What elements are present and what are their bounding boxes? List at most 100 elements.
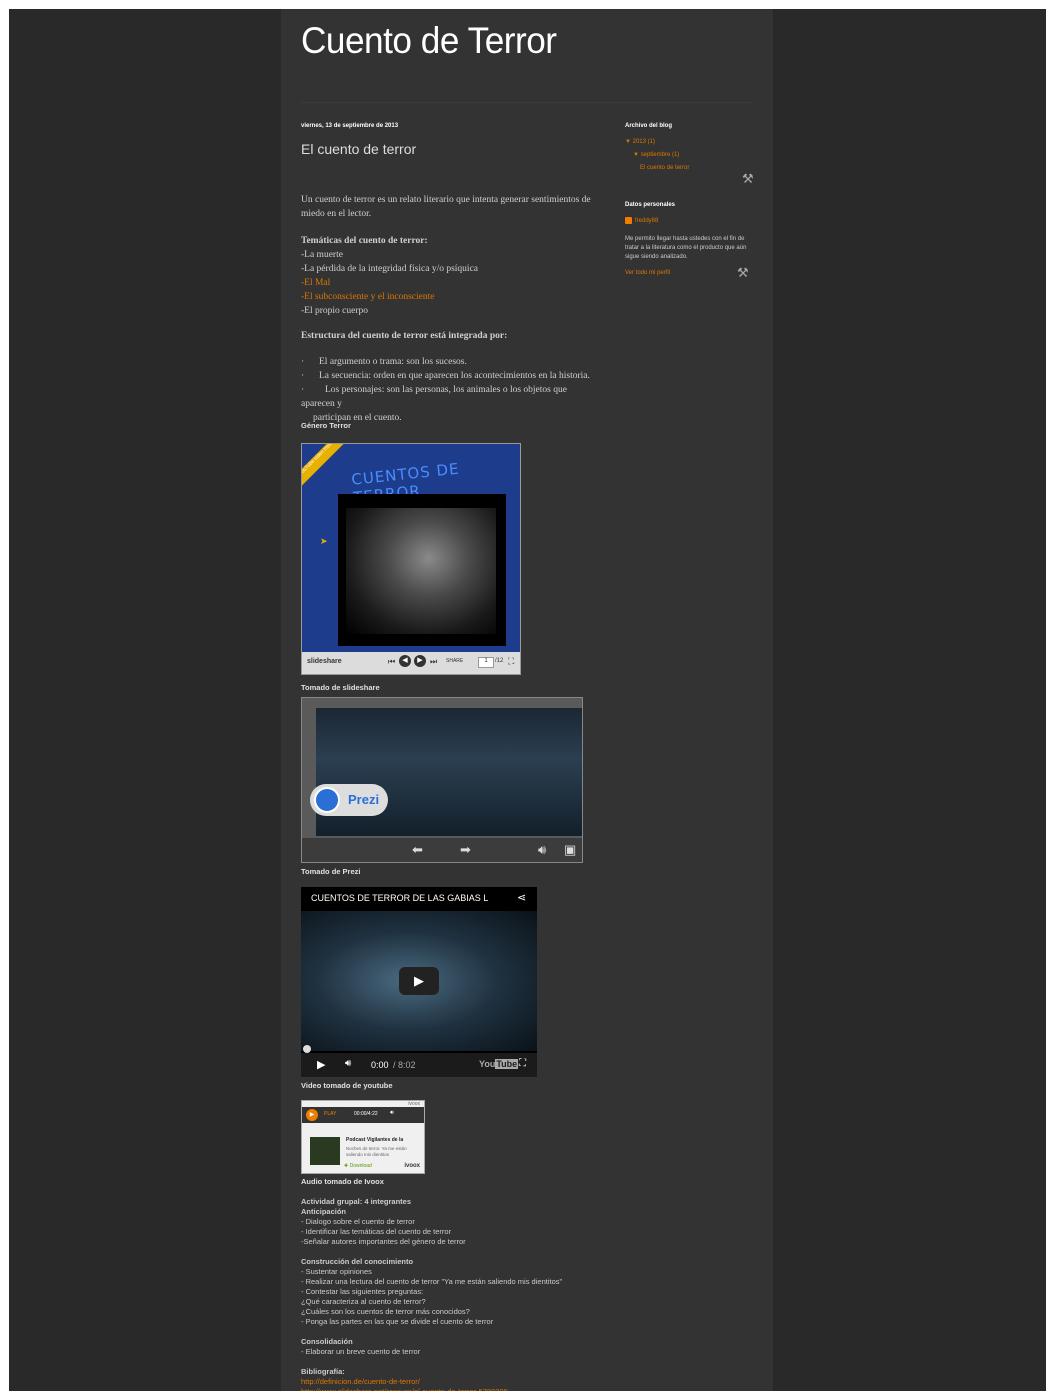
blog-title[interactable]: Cuento de Terror [301, 20, 557, 62]
podcast-title[interactable]: Podcast Vigilantes de la [346, 1137, 403, 1143]
play-icon[interactable]: ▶ [317, 1058, 325, 1071]
estructura-list: · El argumento o trama: son los sucesos. … [301, 355, 601, 425]
slideshare-toolbar: slideshare ⏮ ◀ ▶ ⏭ SHARE 1 /12 ⛶ [302, 652, 520, 674]
list-item: - Realizar una lectura del cuento de ter… [301, 1277, 563, 1286]
prezi-embed[interactable]: Prezi ⬅ ➡ 🔊︎ ▣ [301, 697, 583, 863]
youtube-ribbon: YouTube video inside [302, 444, 348, 489]
face-image [346, 508, 496, 634]
share-icon[interactable]: ⋖ [517, 891, 526, 904]
podcast-thumbnail [310, 1137, 340, 1165]
header-divider [301, 102, 753, 103]
desc-line: saliendo mis dientitos [346, 1152, 390, 1157]
tematica-item: -La muerte [301, 250, 343, 260]
archive-year[interactable]: ▼ 2013 (1) [625, 139, 655, 145]
archive-post-link[interactable]: El cuento de terror [640, 165, 689, 171]
author-bio: Me permito llegar hasta ustedes con el f… [625, 235, 755, 262]
first-slide-icon[interactable]: ⏮ [388, 657, 395, 667]
list-item: - Contestar las siguientes preguntas: [301, 1287, 424, 1296]
volume-icon[interactable]: 🔊︎ [390, 1110, 394, 1117]
edit-wrench-icon[interactable]: ⚒ [742, 171, 754, 187]
list-item: - Elaborar un breve cuento de terror [301, 1347, 421, 1356]
list-item: · El argumento o trama: son los sucesos. [301, 357, 467, 367]
list-item: - Dialogo sobre el cuento de terror [301, 1217, 415, 1226]
audio-time: 00:00/4:22 [354, 1111, 378, 1117]
consolidacion-heading: Consolidación [301, 1337, 353, 1346]
download-link[interactable]: ✚ Download [344, 1163, 372, 1169]
edit-wrench-icon[interactable]: ⚒ [737, 265, 749, 281]
prezi-badge[interactable]: Prezi [310, 784, 388, 816]
page-input[interactable]: 1 [478, 657, 494, 668]
list-item-text: El argumento o trama: son los sucesos. [319, 357, 467, 367]
blogger-icon [625, 217, 632, 224]
post-title[interactable]: El cuento de terror [301, 141, 416, 157]
author-link[interactable]: freddy88 [635, 218, 658, 224]
bio-line: Me permito llegar hasta ustedes con el f… [625, 236, 745, 242]
intro-line: miedo en el lector. [301, 209, 372, 219]
ivoox-logo[interactable]: ivoox [404, 1163, 420, 1169]
fullscreen-icon[interactable]: ⛶ [519, 1058, 526, 1069]
slideshare-embed[interactable]: YouTube video inside CUENTOS DE TERROR ➤… [301, 443, 521, 675]
intro-line: Un cuento de terror es un relato literar… [301, 195, 591, 205]
prezi-logo-icon [314, 787, 340, 813]
tematicas-heading: Temáticas del cuento de terror: [301, 236, 428, 246]
actividad-block: Actividad grupal: 4 integrantes Anticipa… [301, 1197, 601, 1391]
profile-link[interactable]: Ver todo mi perfil [625, 270, 670, 276]
archive-heading: Archivo del blog [625, 123, 673, 129]
last-slide-icon[interactable]: ⏭ [430, 657, 437, 667]
list-item: - Sustentar opiniones [301, 1267, 372, 1276]
youtube-logo[interactable]: YouTube [479, 1059, 519, 1069]
scrubber-handle[interactable] [303, 1045, 311, 1053]
next-slide-icon[interactable]: ▶ [414, 655, 426, 667]
ivoox-caption: Audio tomado de Ivoox [301, 1177, 384, 1186]
play-button[interactable]: ▶ [399, 967, 439, 995]
list-item: - Ponga las partes en las que se divide … [301, 1317, 494, 1326]
play-icon[interactable]: ▶ [306, 1109, 318, 1121]
youtube-caption: Video tomado de youtube [301, 1081, 393, 1090]
play-label[interactable]: PLAY [324, 1111, 336, 1117]
actividad-heading: Actividad grupal: 4 integrantes [301, 1197, 412, 1206]
duration: / 8:02 [393, 1060, 416, 1070]
prev-slide-icon[interactable]: ◀ [399, 655, 411, 667]
cursor-icon: ➤ [320, 536, 328, 546]
current-time: 0:00 [371, 1060, 389, 1070]
list-item-text: Los personajes: son las personas, los an… [301, 385, 567, 409]
list-item: · La secuencia: orden en que aparecen los… [301, 371, 590, 381]
prev-arrow-icon[interactable]: ⬅ [412, 842, 423, 858]
youtube-embed[interactable]: CUENTOS DE TERROR DE LAS GABIAS L ⋖ ▶ ▶ … [301, 887, 537, 1077]
list-item: - Identificar las temáticas del cuento d… [301, 1227, 452, 1236]
bibliografia-link[interactable]: http://definicion.de/cuento-de-terror/ [301, 1377, 601, 1387]
estructura-heading: Estructura del cuento de terror está int… [301, 331, 508, 341]
list-item: ¿Cuáles son los cuentos de terror más co… [301, 1307, 470, 1316]
slide-image [338, 494, 506, 646]
construccion-heading: Construcción del conocimiento [301, 1257, 414, 1266]
podcast-desc: Noches de terror. Ya me están saliendo m… [346, 1146, 407, 1158]
tematicas-block: Temáticas del cuento de terror: -La muer… [301, 234, 601, 318]
fullscreen-icon[interactable]: ⛶ [508, 656, 514, 667]
list-item: -Señalar autores importantes del género … [301, 1237, 466, 1246]
next-arrow-icon[interactable]: ➡ [460, 842, 471, 858]
archive-month[interactable]: ▼ septiembre (1) [633, 152, 679, 158]
ivoox-player-bar: ▶ PLAY 00:00/4:22 🔊︎ [302, 1107, 424, 1123]
post-intro: Un cuento de terror es un relato literar… [301, 193, 601, 221]
volume-icon[interactable]: 🔊︎ [538, 842, 546, 858]
ivoox-embed[interactable]: ivoox ▶ PLAY 00:00/4:22 🔊︎ Podcast Vigil… [301, 1100, 425, 1174]
personal-heading: Datos personales [625, 202, 676, 208]
list-item: ¿Qué caracteriza al cuento de terror? [301, 1297, 426, 1306]
post-date: viernes, 13 de septiembre de 2013 [301, 123, 399, 129]
volume-icon[interactable]: 🔊︎ [345, 1058, 351, 1069]
bibliografia-link[interactable]: http://www.slideshare.net/rosaura/el-cue… [301, 1387, 601, 1391]
bio-line: sigue siendo analizado. [625, 254, 688, 260]
tematica-item: -La pérdida de la integridad física y/o … [301, 264, 479, 274]
slideshare-caption: Tomado de slideshare [301, 683, 380, 692]
tematica-link[interactable]: -El subconsciente y el inconsciente [301, 290, 601, 304]
genero-label: Género Terror [301, 421, 351, 430]
video-title[interactable]: CUENTOS DE TERROR DE LAS GABIAS L [311, 893, 511, 903]
slideshare-logo[interactable]: slideshare [307, 658, 342, 665]
fullscreen-icon[interactable]: ▣ [564, 842, 576, 858]
share-button[interactable]: SHARE [446, 658, 463, 664]
download-label: Download [349, 1163, 372, 1169]
tematica-link[interactable]: -El Mal [301, 276, 601, 290]
prezi-logo-text: Prezi [348, 792, 380, 807]
